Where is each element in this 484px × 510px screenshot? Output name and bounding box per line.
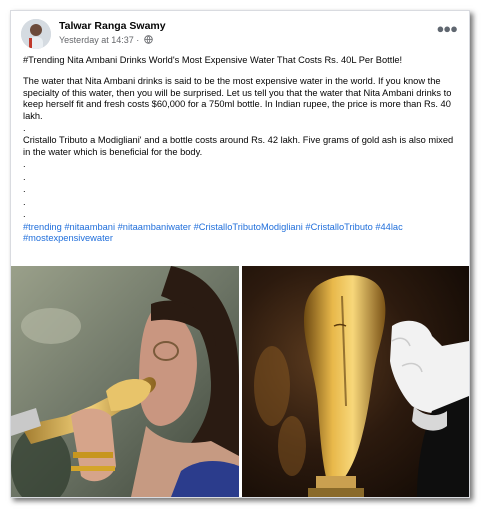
dot-line: .	[23, 122, 26, 133]
post-paragraph-2: Cristallo Tributo a Modigliani' and a bo…	[23, 135, 454, 158]
hashtag-link[interactable]: #trending	[23, 222, 62, 232]
avatar[interactable]	[21, 19, 51, 49]
author-name[interactable]: Talwar Ranga Swamy	[59, 20, 166, 32]
meta-separator: ·	[133, 35, 142, 45]
hashtag-link[interactable]: #nitaambaniwater	[118, 222, 191, 232]
post-content: #Trending Nita Ambani Drinks World's Mos…	[23, 55, 457, 245]
dot-line: .	[23, 196, 26, 207]
hashtag-list: #trending #nitaambani #nitaambaniwater #…	[23, 222, 457, 246]
post-header: Talwar Ranga Swamy Yesterday at 14:37 · …	[21, 19, 459, 55]
post-photo-gold-bottle[interactable]	[242, 266, 469, 497]
hashtag-link[interactable]: #nitaambani	[64, 222, 115, 232]
post-headline: #Trending Nita Ambani Drinks World's Mos…	[23, 55, 403, 65]
dot-line: .	[23, 184, 26, 195]
globe-icon	[144, 35, 153, 46]
dot-line: .	[23, 171, 26, 182]
more-options-icon[interactable]: ●●●	[436, 21, 458, 36]
hashtag-link[interactable]: #mostexpensivewater	[23, 233, 113, 243]
post-timestamp[interactable]: Yesterday at 14:37	[59, 35, 134, 45]
post-paragraph-1: The water that Nita Ambani drinks is sai…	[23, 75, 452, 122]
post-meta: Yesterday at 14:37 ·	[59, 35, 153, 46]
hashtag-link[interactable]: #44lac	[375, 222, 402, 232]
dot-line: .	[23, 159, 26, 170]
post-card: Talwar Ranga Swamy Yesterday at 14:37 · …	[10, 10, 470, 498]
hashtag-link[interactable]: #CristalloTributoModigliani	[194, 222, 303, 232]
hashtag-link[interactable]: #CristalloTributo	[305, 222, 372, 232]
post-photo-woman-drinking[interactable]	[11, 266, 239, 497]
dot-line: .	[23, 209, 26, 220]
